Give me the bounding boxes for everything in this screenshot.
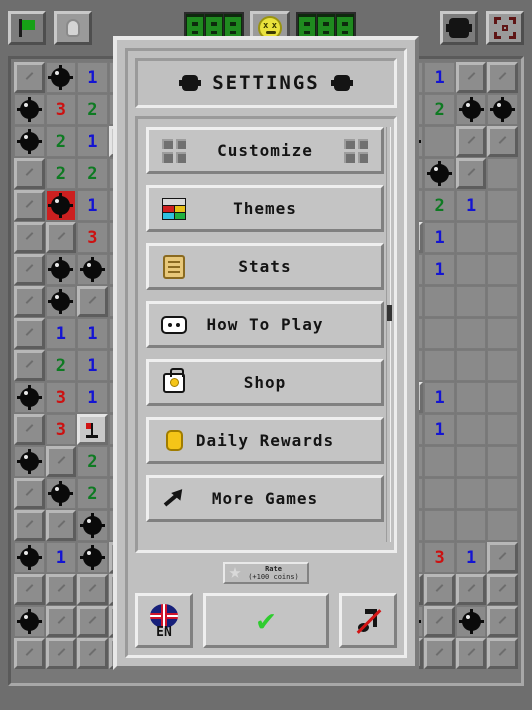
menu-item-daily-rewards[interactable]: Daily Rewards	[146, 417, 384, 464]
menu-scrollbar[interactable]	[386, 127, 392, 542]
settings-menu-list: Customize Themes Stats How To Play Shop …	[146, 127, 384, 522]
palette-icon	[159, 197, 189, 220]
controller-icon	[159, 315, 189, 334]
dialog-footer: EN ✔	[135, 593, 397, 648]
menu-label: Customize	[217, 141, 313, 160]
menu-label: Themes	[233, 199, 297, 218]
settings-dialog: SETTINGS Customize Themes Stats How To P…	[113, 36, 419, 670]
dialog-title: SETTINGS	[212, 72, 320, 94]
rate-row: Rate (+100 coins)	[135, 562, 397, 584]
star-icon	[229, 567, 241, 578]
coin-icon	[159, 430, 189, 451]
menu-item-more-games[interactable]: More Games	[146, 475, 384, 522]
menu-item-how-to-play[interactable]: How To Play	[146, 301, 384, 348]
menu-label: Daily Rewards	[195, 431, 335, 450]
menu-label: Stats	[238, 257, 292, 276]
language-label: EN	[156, 624, 172, 640]
rate-button[interactable]: Rate (+100 coins)	[223, 562, 309, 584]
dialog-titlebar: SETTINGS	[135, 58, 397, 108]
modal-overlay: SETTINGS Customize Themes Stats How To P…	[0, 0, 532, 710]
language-button[interactable]: EN	[135, 593, 193, 648]
rate-title: Rate	[265, 565, 282, 573]
menu-item-stats[interactable]: Stats	[146, 243, 384, 290]
dialog-inner-frame: SETTINGS Customize Themes Stats How To P…	[125, 48, 407, 658]
confirm-button[interactable]: ✔	[203, 593, 329, 648]
rate-text-group: Rate (+100 coins)	[244, 565, 303, 581]
rate-reward: (+100 coins)	[248, 573, 299, 581]
grid-icon	[159, 138, 189, 163]
music-muted-icon	[354, 607, 382, 635]
bag-icon	[159, 367, 189, 393]
gear-icon-right	[330, 75, 353, 91]
menu-item-shop[interactable]: Shop	[146, 359, 384, 406]
gear-icon-left	[179, 75, 202, 91]
scroll-icon	[159, 254, 189, 279]
menu-item-customize[interactable]: Customize	[146, 127, 384, 174]
grid-icon-right	[341, 138, 371, 163]
menu-scroll-area: Customize Themes Stats How To Play Shop …	[135, 116, 397, 553]
menu-label: Shop	[243, 373, 287, 392]
checkmark-icon: ✔	[256, 602, 276, 638]
arrow-out-icon	[159, 487, 189, 511]
music-toggle-button[interactable]	[339, 593, 397, 648]
menu-item-themes[interactable]: Themes	[146, 185, 384, 232]
scrollbar-thumb[interactable]	[387, 305, 392, 322]
uk-flag-icon: EN	[147, 603, 181, 640]
menu-label: How To Play	[206, 315, 324, 334]
menu-label: More Games	[211, 489, 319, 508]
game-screen: xx 1132122122112112213121121122111112111…	[0, 0, 532, 710]
